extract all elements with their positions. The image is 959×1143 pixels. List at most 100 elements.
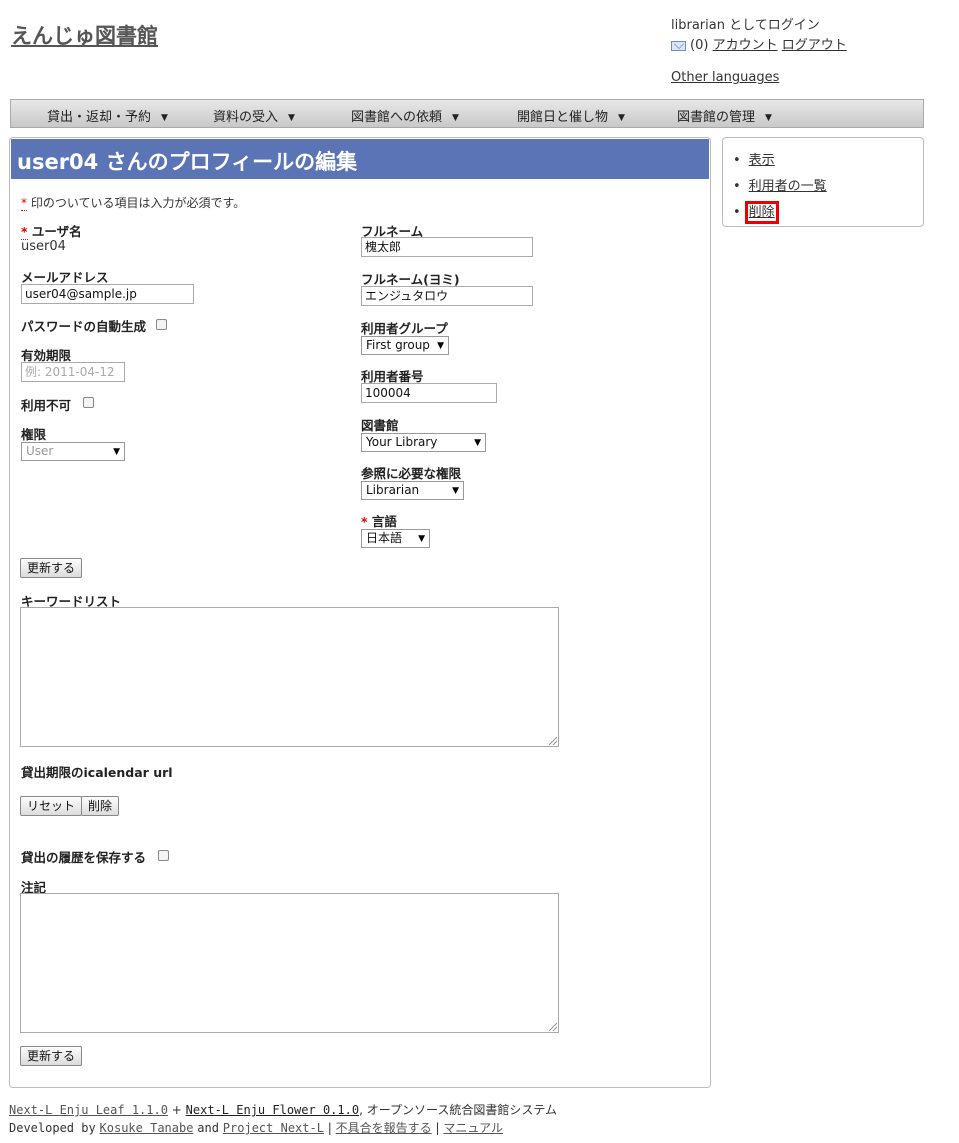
bullet: •: [733, 179, 741, 194]
sidebar-link-delete[interactable]: 削除: [744, 201, 779, 224]
save-history-label: 貸出の履歴を保存する: [21, 850, 147, 865]
sidebar-item-show: • 表示: [733, 149, 775, 168]
required-role-label: 参照に必要な権限: [361, 466, 462, 481]
expiry-input[interactable]: 例: 2011-04-12: [21, 362, 125, 382]
resize-grip-icon[interactable]: [549, 737, 557, 745]
locale-label: * 言語: [361, 511, 397, 530]
nav-acquisition[interactable]: 資料の受入 ▼: [213, 106, 295, 125]
login-status: librarian としてログイン: [671, 18, 820, 33]
dropdown-arrow-icon: ▼: [474, 438, 481, 448]
required-role-select-value: Librarian: [366, 483, 420, 497]
sidebar: • 表示 • 利用者の一覧 • 削除: [722, 137, 924, 227]
sidebar-link-user-list[interactable]: 利用者の一覧: [749, 179, 827, 194]
required-mark: *: [21, 196, 27, 211]
nav-label: 開館日と催し物: [517, 110, 609, 125]
required-role-select[interactable]: Librarian ▼: [361, 481, 464, 500]
username-label-text: ユーザ名: [31, 224, 82, 239]
username-value: user04: [21, 239, 66, 254]
nav-label: 貸出・返却・予約: [47, 110, 152, 125]
note-textarea[interactable]: [20, 893, 559, 1033]
enju-leaf-link[interactable]: Next-L Enju Leaf 1.1.0: [9, 1103, 168, 1117]
site-title-link[interactable]: えんじゅ図書館: [11, 20, 158, 50]
sidebar-link-show[interactable]: 表示: [749, 153, 775, 168]
user-number-input[interactable]: 100004: [361, 383, 497, 403]
account-link[interactable]: アカウント: [713, 38, 778, 53]
sidebar-item-user-list: • 利用者の一覧: [733, 175, 827, 194]
nav-label: 資料の受入: [213, 110, 279, 125]
library-select[interactable]: Your Library ▼: [361, 433, 486, 452]
author-link[interactable]: Kosuke Tanabe: [100, 1121, 194, 1135]
required-mark: *: [21, 224, 28, 240]
footer-separator: |: [435, 1121, 440, 1135]
username-label: * ユーザ名: [21, 221, 82, 240]
footer-line-2: Developed by Kosuke Tanabe and Project N…: [9, 1119, 557, 1137]
nav-label: 図書館への依頼: [351, 110, 443, 125]
reset-button[interactable]: リセット: [20, 796, 83, 816]
update-button[interactable]: 更新する: [20, 558, 83, 578]
bullet: •: [733, 205, 741, 220]
required-note: * 印のついている項目は入力が必須です。: [21, 194, 245, 211]
user-group-select[interactable]: First group ▼: [361, 336, 449, 355]
mail-icon[interactable]: [671, 40, 686, 51]
caret-down-icon: ▼: [288, 113, 295, 123]
message-count: (0): [690, 38, 709, 53]
resize-grip-icon[interactable]: [549, 1023, 557, 1031]
update-button-bottom[interactable]: 更新する: [20, 1046, 83, 1066]
enju-flower-link[interactable]: Next-L Enju Flower 0.1.0: [186, 1103, 359, 1117]
footer: Next-L Enju Leaf 1.1.0 + Next-L Enju Flo…: [9, 1101, 557, 1137]
main-nav: 貸出・返却・予約 ▼ 資料の受入 ▼ 図書館への依頼 ▼ 開館日と催し物 ▼ 図書館の管…: [10, 99, 924, 128]
auto-password-label: パスワードの自動生成: [21, 319, 147, 334]
locale-select-value: 日本語: [366, 531, 403, 545]
email-input[interactable]: user04@sample.jp: [21, 284, 194, 304]
page-title: user04 さんのプロフィールの編集: [11, 139, 709, 179]
main-content: user04 さんのプロフィールの編集 * 印のついている項目は入力が必須です。…: [9, 137, 711, 1088]
nav-request[interactable]: 図書館への依頼 ▼: [351, 106, 459, 125]
caret-down-icon: ▼: [452, 113, 459, 123]
footer-line-1: Next-L Enju Leaf 1.1.0 + Next-L Enju Flo…: [9, 1101, 557, 1119]
caret-down-icon: ▼: [618, 113, 625, 123]
footer-separator: |: [327, 1121, 332, 1135]
locked-label: 利用不可: [21, 398, 72, 413]
logout-link[interactable]: ログアウト: [782, 38, 847, 53]
footer-developed-by: Developed by: [9, 1121, 96, 1135]
required-mark: *: [361, 514, 368, 530]
dropdown-arrow-icon: ▼: [452, 486, 459, 496]
locale-select[interactable]: 日本語 ▼: [361, 529, 430, 548]
bullet: •: [733, 153, 741, 168]
account-row: (0) アカウント ログアウト: [671, 36, 847, 56]
locale-label-text: 言語: [371, 514, 397, 529]
user-group-select-value: First group: [366, 338, 430, 352]
nav-management[interactable]: 図書館の管理 ▼: [677, 106, 772, 125]
icalendar-label: 貸出期限のicalendar url: [21, 765, 173, 780]
footer-system-desc: , オープンソース統合図書館システム: [359, 1103, 558, 1117]
save-history-checkbox[interactable]: [158, 850, 169, 861]
header: えんじゅ図書館 librarian としてログイン (0) アカウント ログアウ…: [0, 0, 959, 100]
delete-icalendar-button[interactable]: 削除: [81, 796, 120, 816]
caret-down-icon: ▼: [765, 113, 772, 123]
role-label: 権限: [21, 427, 47, 442]
footer-plus: +: [171, 1103, 182, 1117]
other-languages-link[interactable]: Other languages: [671, 70, 779, 85]
user-group-label: 利用者グループ: [361, 321, 448, 336]
dropdown-arrow-icon: ▼: [437, 341, 444, 351]
nav-label: 図書館の管理: [677, 110, 756, 125]
nav-circulation[interactable]: 貸出・返却・予約 ▼: [47, 106, 168, 125]
report-bug-link[interactable]: 不具合を報告する: [336, 1121, 432, 1135]
locked-checkbox[interactable]: [83, 397, 94, 408]
caret-down-icon: ▼: [161, 113, 168, 123]
required-note-text: 印のついている項目は入力が必須です。: [30, 196, 246, 210]
role-select[interactable]: User ▼: [21, 442, 125, 461]
dropdown-arrow-icon: ▼: [113, 447, 120, 457]
project-link[interactable]: Project Next-L: [223, 1121, 324, 1135]
sidebar-item-delete: • 削除: [733, 201, 779, 224]
fullname-input[interactable]: 槐太郎: [361, 237, 533, 257]
auto-password-checkbox[interactable]: [156, 319, 167, 330]
keyword-list-textarea[interactable]: [20, 607, 559, 747]
login-box: librarian としてログイン (0) アカウント ログアウト: [671, 16, 847, 56]
role-select-value: User: [26, 444, 54, 458]
manual-link[interactable]: マニュアル: [443, 1121, 503, 1135]
library-label: 図書館: [361, 418, 399, 433]
fullname-yomi-input[interactable]: エンジュタロウ: [361, 286, 533, 306]
nav-events[interactable]: 開館日と催し物 ▼: [517, 106, 625, 125]
dropdown-arrow-icon: ▼: [418, 534, 425, 544]
